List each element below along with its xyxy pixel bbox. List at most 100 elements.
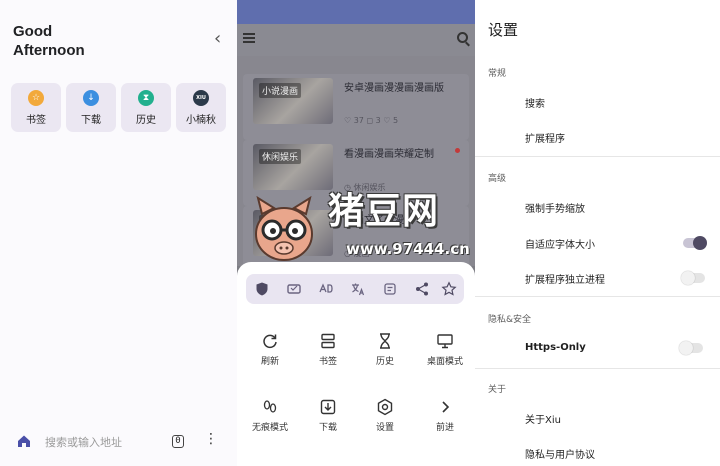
section-advanced: 高级 xyxy=(488,174,507,184)
address-bar: 搜索或输入地址 0 ⋮ xyxy=(0,428,237,456)
reader-icon[interactable] xyxy=(382,281,398,297)
card-title: 漫画文了画漫画 xyxy=(344,215,414,226)
download-icon: ↓ xyxy=(83,89,99,106)
card-meta: ◷ 休闲娱乐 xyxy=(344,183,386,192)
tile-label: 书签 xyxy=(26,114,46,126)
bookmarks-icon xyxy=(321,333,335,349)
menu-forward[interactable]: 前进 xyxy=(415,398,475,433)
menu-label: 下载 xyxy=(318,423,337,433)
greeting-line-2: Afternoon xyxy=(13,42,85,59)
divider xyxy=(475,156,720,157)
toggle-knob xyxy=(681,271,695,285)
browser-menu-panel: 小说漫画 安卓漫画漫漫画漫画版 ♡ 37 ◻ 3 ♡ 5 休闲娱乐 看漫画漫画荣… xyxy=(237,0,475,466)
tile-history[interactable]: ⧗ 历史 xyxy=(121,83,171,132)
menu-bookmarks[interactable]: 书签 xyxy=(298,332,358,367)
setting-privacy-policy[interactable]: 隐私与用户协议 xyxy=(525,446,595,461)
hamburger-icon[interactable] xyxy=(243,33,255,43)
menu-label: 前进 xyxy=(435,423,454,433)
toggle-knob xyxy=(679,341,693,355)
greeting-line-1: Good xyxy=(13,23,53,40)
menu-download[interactable]: 下载 xyxy=(298,398,358,433)
tile-label: 历史 xyxy=(136,114,156,126)
menu-history[interactable]: 历史 xyxy=(355,332,415,367)
bottom-sheet-menu: 刷新 书签 历史 桌面模式 无痕模式 下载 设置 前进 xyxy=(237,262,475,466)
desktop-icon xyxy=(437,334,453,349)
shield-icon[interactable] xyxy=(254,281,270,297)
menu-label: 桌面模式 xyxy=(426,357,463,367)
https-only-toggle[interactable] xyxy=(679,341,703,355)
unread-dot xyxy=(455,148,460,153)
start-page-panel: Good Afternoon ‹ ☆ 书签 ↓ 下载 ⧗ 历史 XIU 小楠秋 … xyxy=(0,0,237,466)
refresh-icon xyxy=(263,334,277,349)
page-title: 设置 xyxy=(488,21,519,39)
setting-https-only[interactable]: Https-Only xyxy=(525,342,586,353)
tile-xiunan[interactable]: XIU 小楠秋 xyxy=(176,83,226,132)
ext-process-toggle[interactable] xyxy=(681,271,705,285)
setting-search[interactable]: 搜索 xyxy=(525,95,545,110)
menu-settings[interactable]: 设置 xyxy=(355,398,415,433)
thumbnail: 休闲漫画 xyxy=(253,210,333,256)
translate-icon[interactable] xyxy=(350,281,366,297)
menu-label: 刷新 xyxy=(260,357,279,367)
collapse-icon[interactable]: ‹ xyxy=(214,30,221,48)
page-toolbar xyxy=(237,24,475,56)
setting-force-zoom[interactable]: 强制手势缩放 xyxy=(525,200,585,215)
download-tray-icon xyxy=(320,399,336,415)
menu-label: 无痕模式 xyxy=(251,423,288,433)
ad-block-icon[interactable] xyxy=(318,281,334,297)
card-title: 看漫画漫画荣耀定制 xyxy=(344,149,434,160)
list-item[interactable]: 小说漫画 安卓漫画漫漫画漫画版 ♡ 37 ◻ 3 ♡ 5 xyxy=(243,74,469,140)
tile-label: 小楠秋 xyxy=(186,114,216,126)
hourglass-icon xyxy=(380,333,390,349)
card-title: 安卓漫画漫漫画漫画版 xyxy=(344,83,444,94)
list-item[interactable]: 休闲娱乐 看漫画漫画荣耀定制 ◷ 休闲娱乐 xyxy=(243,140,469,206)
star-icon[interactable] xyxy=(441,281,457,297)
page-content: 小说漫画 安卓漫画漫漫画漫画版 ♡ 37 ◻ 3 ♡ 5 休闲娱乐 看漫画漫画荣… xyxy=(237,56,475,272)
thumb-tag: 小说漫画 xyxy=(259,83,302,98)
more-menu-icon[interactable]: ⋮ xyxy=(204,432,218,446)
settings-icon xyxy=(377,398,393,416)
thumb-tag: 休闲漫画 xyxy=(259,215,302,230)
quick-actions-row xyxy=(246,274,464,304)
setting-adaptive-font[interactable]: 自适应字体大小 xyxy=(525,236,595,251)
toggle-knob xyxy=(693,236,707,250)
menu-label: 书签 xyxy=(318,357,337,367)
menu-label: 设置 xyxy=(375,423,394,433)
card-meta: ♡ 37 ◻ 3 ♡ 5 xyxy=(344,116,399,125)
greeting-text: Good Afternoon xyxy=(13,22,85,60)
adaptive-font-toggle[interactable] xyxy=(683,236,707,250)
setting-extensions[interactable]: 扩展程序 xyxy=(525,130,565,145)
setting-ext-process[interactable]: 扩展程序独立进程 xyxy=(525,271,605,286)
menu-desktop-mode[interactable]: 桌面模式 xyxy=(415,332,475,367)
tile-downloads[interactable]: ↓ 下载 xyxy=(66,83,116,132)
history-icon: ⧗ xyxy=(138,89,154,106)
thumbnail: 小说漫画 xyxy=(253,78,333,124)
home-icon[interactable] xyxy=(16,433,32,449)
setting-about-xiu[interactable]: 关于Xiu xyxy=(525,411,561,426)
menu-label: 历史 xyxy=(375,357,394,367)
card-meta: ◷ 漫画 xyxy=(344,249,370,258)
tab-count-button[interactable]: 0 xyxy=(172,435,184,448)
tile-label: 下载 xyxy=(81,114,101,126)
section-general: 常规 xyxy=(488,69,507,79)
section-about: 关于 xyxy=(488,385,507,395)
thumbnail: 休闲娱乐 xyxy=(253,144,333,190)
shortcut-tiles: ☆ 书签 ↓ 下载 ⧗ 历史 XIU 小楠秋 xyxy=(11,83,226,132)
settings-panel: 设置 常规 搜索 扩展程序 高级 强制手势缩放 自适应字体大小 扩展程序独立进程… xyxy=(475,0,720,466)
bookmark-icon: ☆ xyxy=(28,89,44,106)
search-icon[interactable] xyxy=(457,32,468,43)
status-strip xyxy=(237,0,475,24)
divider xyxy=(475,296,720,297)
forward-icon xyxy=(442,401,450,413)
script-icon[interactable] xyxy=(286,281,302,297)
address-input[interactable]: 搜索或输入地址 xyxy=(45,434,122,450)
tile-bookmarks[interactable]: ☆ 书签 xyxy=(11,83,61,132)
section-privacy: 隐私&安全 xyxy=(488,315,532,325)
menu-refresh[interactable]: 刷新 xyxy=(240,332,300,367)
thumb-tag: 休闲娱乐 xyxy=(259,149,302,164)
xiunan-icon: XIU xyxy=(193,89,209,106)
divider xyxy=(475,368,720,369)
share-icon[interactable] xyxy=(414,281,430,297)
footprint-icon xyxy=(263,400,277,413)
menu-incognito[interactable]: 无痕模式 xyxy=(240,398,300,433)
